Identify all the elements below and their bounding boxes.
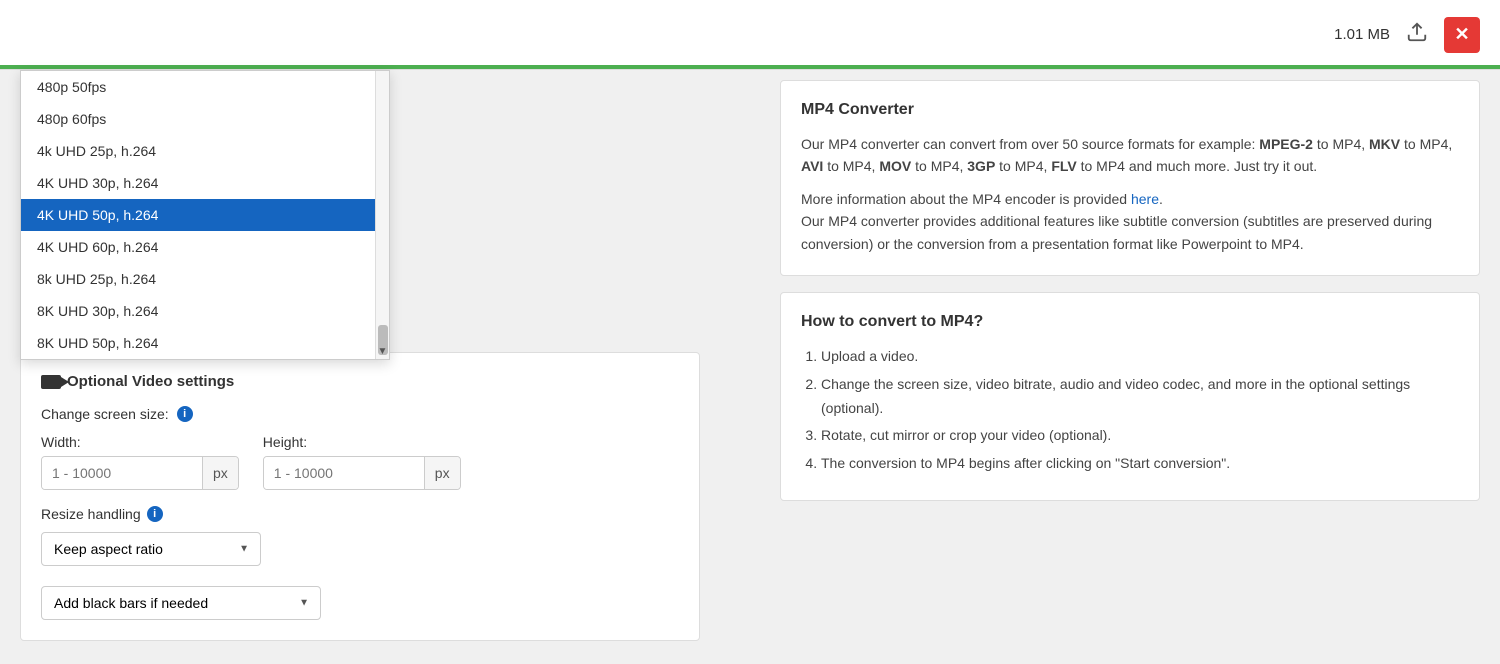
upload-button[interactable]	[1406, 21, 1428, 48]
mp4-converter-para1: Our MP4 converter can convert from over …	[801, 133, 1459, 178]
dimension-row: Width: px Height: px	[41, 434, 679, 490]
howto-step-1: Upload a video.	[821, 345, 1459, 369]
file-size: 1.01 MB	[1334, 26, 1390, 43]
dropdown-item-480p60[interactable]: 480p 60fps	[21, 103, 389, 135]
height-group: Height: px	[263, 434, 461, 490]
width-group: Width: px	[41, 434, 239, 490]
screen-size-info-icon[interactable]: i	[177, 406, 193, 422]
progress-bar-fill	[0, 65, 1500, 69]
optional-video-settings: Optional Video settings Change screen si…	[20, 352, 700, 641]
dropdown-item-8k30[interactable]: 8K UHD 30p, h.264	[21, 295, 389, 327]
left-panel: 480p 50fps 480p 60fps 4k UHD 25p, h.264 …	[0, 70, 760, 664]
here-link[interactable]: here	[1131, 191, 1159, 207]
dropdown-scrollbar[interactable]: ▼	[375, 71, 389, 359]
right-panel: MP4 Converter Our MP4 converter can conv…	[760, 70, 1500, 664]
add-black-bars-wrap: Add black bars if needed	[41, 586, 321, 620]
dropdown-item-8k50[interactable]: 8K UHD 50p, h.264	[21, 327, 389, 359]
progress-bar-container	[0, 65, 1500, 69]
howto-step-2: Change the screen size, video bitrate, a…	[821, 373, 1459, 421]
screen-size-label: Change screen size: i	[41, 406, 679, 422]
height-input[interactable]	[264, 457, 424, 489]
dropdown-item-4k60[interactable]: 4K UHD 60p, h.264	[21, 231, 389, 263]
dropdown-item-8k25[interactable]: 8k UHD 25p, h.264	[21, 263, 389, 295]
resize-info-icon[interactable]: i	[147, 506, 163, 522]
mp4-converter-para2: More information about the MP4 encoder i…	[801, 188, 1459, 255]
dropdown-item-4k50[interactable]: 4K UHD 50p, h.264	[21, 199, 389, 231]
howto-card: How to convert to MP4? Upload a video. C…	[780, 292, 1480, 501]
dropdown-item-480p50[interactable]: 480p 50fps	[21, 71, 389, 103]
add-black-bars-select[interactable]: Add black bars if needed	[41, 586, 321, 620]
dropdown-item-4k30[interactable]: 4K UHD 30p, h.264	[21, 167, 389, 199]
video-camera-icon	[41, 375, 61, 389]
close-button[interactable]: ✕	[1444, 17, 1480, 53]
mp4-converter-title: MP4 Converter	[801, 101, 1459, 119]
howto-step-4: The conversion to MP4 begins after click…	[821, 452, 1459, 476]
howto-list: Upload a video. Change the screen size, …	[801, 345, 1459, 476]
top-bar: 1.01 MB ✕	[0, 0, 1500, 70]
scroll-down-arrow: ▼	[378, 346, 388, 357]
howto-step-3: Rotate, cut mirror or crop your video (o…	[821, 424, 1459, 448]
height-input-wrap: px	[263, 456, 461, 490]
width-input[interactable]	[42, 457, 202, 489]
resize-section: Resize handling i Keep aspect ratio	[41, 506, 679, 620]
mp4-converter-card: MP4 Converter Our MP4 converter can conv…	[780, 80, 1480, 276]
quality-dropdown[interactable]: 480p 50fps 480p 60fps 4k UHD 25p, h.264 …	[20, 70, 390, 360]
main-content: 480p 50fps 480p 60fps 4k UHD 25p, h.264 …	[0, 70, 1500, 664]
width-input-wrap: px	[41, 456, 239, 490]
dropdown-item-4k25[interactable]: 4k UHD 25p, h.264	[21, 135, 389, 167]
keep-aspect-ratio-select[interactable]: Keep aspect ratio	[41, 532, 261, 566]
resize-label: Resize handling i	[41, 506, 679, 522]
howto-title: How to convert to MP4?	[801, 313, 1459, 331]
section-title: Optional Video settings	[41, 373, 679, 390]
keep-aspect-ratio-wrap: Keep aspect ratio	[41, 532, 261, 566]
